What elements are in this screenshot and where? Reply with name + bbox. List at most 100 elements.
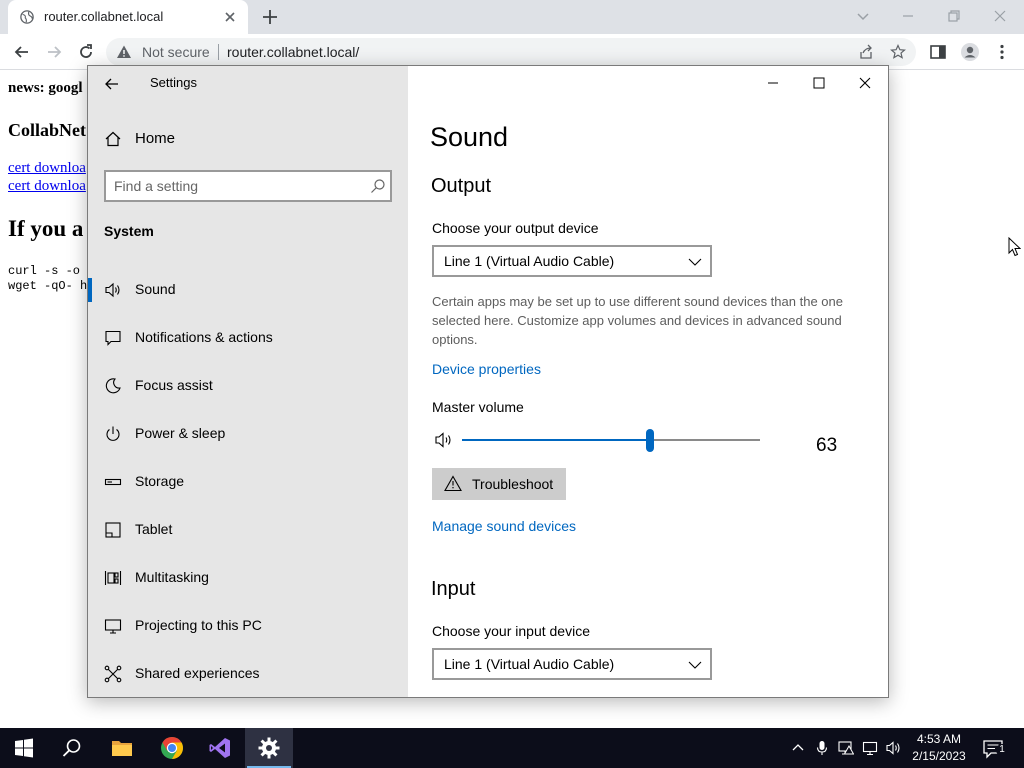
restore-icon[interactable] — [944, 6, 964, 26]
input-device-dropdown[interactable]: Line 1 (Virtual Audio Cable) — [432, 648, 712, 680]
device-properties-link[interactable]: Device properties — [432, 361, 541, 377]
close-icon[interactable] — [990, 6, 1010, 26]
sidebar-item-sound[interactable]: Sound — [88, 266, 408, 314]
star-icon[interactable] — [890, 44, 906, 60]
microphone-icon[interactable] — [814, 740, 830, 756]
windows-logo-icon — [15, 738, 33, 758]
selection-indicator — [88, 278, 92, 302]
sidebar-item-projecting[interactable]: Projecting to this PC — [88, 602, 408, 650]
maximize-icon[interactable] — [808, 72, 830, 94]
sidebar-item-label: Sound — [135, 281, 176, 297]
input-heading: Input — [431, 578, 476, 600]
button-label: Troubleshoot — [472, 476, 554, 492]
separator — [218, 44, 219, 60]
power-icon — [106, 426, 120, 441]
network-icon[interactable] — [862, 740, 878, 756]
home-icon — [105, 131, 121, 147]
search-input[interactable] — [114, 176, 354, 196]
gear-icon — [258, 737, 280, 759]
share-icon[interactable] — [858, 44, 874, 60]
sidebar-item-shared-experiences[interactable]: Shared experiences — [88, 650, 408, 697]
dropdown-value: Line 1 (Virtual Audio Cable) — [444, 253, 615, 269]
settings-window: Settings Home System Sound — [87, 65, 889, 698]
manage-sound-devices-link[interactable]: Manage sound devices — [432, 518, 576, 534]
back-arrow-icon[interactable] — [12, 42, 32, 62]
sidebar-item-label: Tablet — [135, 521, 173, 537]
reload-icon[interactable] — [76, 42, 96, 62]
minimize-icon[interactable] — [898, 6, 918, 26]
code-line: wget -qO- h — [8, 279, 88, 293]
back-arrow-icon[interactable] — [102, 74, 122, 94]
chrome-button[interactable] — [148, 728, 196, 768]
window-title: Settings — [150, 75, 197, 90]
search-icon[interactable] — [370, 178, 386, 194]
master-volume-slider[interactable] — [462, 429, 760, 453]
output-description: Certain apps may be set up to use differ… — [432, 294, 843, 347]
visual-studio-button[interactable] — [196, 728, 244, 768]
folder-icon — [112, 741, 132, 756]
more-menu-icon[interactable] — [992, 42, 1012, 62]
chevron-down-icon[interactable] — [855, 8, 871, 24]
network-warning-icon[interactable] — [838, 740, 854, 756]
sidebar-item-notifications[interactable]: Notifications & actions — [88, 314, 408, 362]
sidebar-item-power-sleep[interactable]: Power & sleep — [88, 410, 408, 458]
minimize-icon[interactable] — [762, 72, 784, 94]
brand-heading: CollabNet — [8, 120, 86, 140]
clock-date[interactable]: 2/15/2023 — [910, 749, 968, 763]
slider-fill — [462, 439, 650, 441]
new-tab-icon[interactable] — [261, 8, 279, 26]
sidebar-item-label: Multitasking — [135, 569, 209, 585]
troubleshoot-button[interactable]: Troubleshoot — [432, 468, 566, 500]
cert-download-link[interactable]: cert downloa — [8, 160, 86, 177]
settings-search-box[interactable] — [104, 170, 392, 202]
volume-icon[interactable] — [886, 740, 902, 756]
sidebar-item-label: Shared experiences — [135, 665, 260, 681]
clock-time[interactable]: 4:53 AM — [916, 732, 962, 746]
settings-sidebar: Settings Home System Sound — [88, 66, 408, 697]
url-text[interactable]: router.collabnet.local/ — [227, 44, 359, 60]
chevron-up-icon[interactable] — [790, 740, 806, 756]
master-volume-label: Master volume — [432, 399, 524, 415]
speaker-icon[interactable] — [435, 431, 455, 449]
cert-download-link[interactable]: cert downloa — [8, 178, 86, 195]
output-device-label: Choose your output device — [432, 220, 599, 236]
message-icon — [105, 330, 121, 346]
dropdown-value: Line 1 (Virtual Audio Cable) — [444, 656, 615, 672]
code-line: curl -s -o — [8, 264, 81, 278]
start-button[interactable] — [0, 728, 48, 768]
forward-arrow-icon[interactable] — [44, 42, 64, 62]
close-icon[interactable] — [854, 72, 876, 94]
warning-icon[interactable] — [116, 44, 132, 60]
chevron-down-icon — [688, 258, 702, 266]
search-button[interactable] — [48, 728, 96, 768]
sidebar-item-label: Power & sleep — [135, 425, 226, 441]
sidebar-item-multitasking[interactable]: Multitasking — [88, 554, 408, 602]
output-heading: Output — [431, 175, 492, 197]
output-device-dropdown[interactable]: Line 1 (Virtual Audio Cable) — [432, 245, 712, 277]
sidebar-item-label: Storage — [135, 473, 185, 489]
speaker-icon — [105, 282, 120, 298]
tablet-icon — [105, 522, 121, 538]
sidebar-item-tablet[interactable]: Tablet — [88, 506, 408, 554]
mouse-cursor-icon — [1008, 237, 1021, 257]
visual-studio-icon — [209, 738, 230, 758]
sidebar-item-focus-assist[interactable]: Focus assist — [88, 362, 408, 410]
sidebar-item-label: Focus assist — [135, 377, 213, 393]
browser-tab[interactable]: router.collabnet.local — [8, 0, 248, 34]
slider-thumb[interactable] — [646, 429, 654, 452]
chrome-icon — [161, 737, 183, 759]
close-tab-icon[interactable] — [222, 9, 238, 25]
sidebar-item-label: Home — [135, 130, 176, 147]
side-panel-icon[interactable] — [928, 42, 948, 62]
category-heading: System — [104, 223, 154, 239]
search-icon — [62, 739, 81, 757]
sidebar-item-home[interactable]: Home — [88, 122, 408, 156]
profile-icon[interactable] — [960, 42, 980, 62]
address-bar[interactable]: Not secure router.collabnet.local/ — [106, 38, 916, 66]
file-explorer-button[interactable] — [98, 728, 146, 768]
moon-icon — [105, 378, 121, 394]
sidebar-item-storage[interactable]: Storage — [88, 458, 408, 506]
projector-icon — [104, 619, 122, 634]
settings-app-button[interactable] — [245, 728, 293, 768]
security-status[interactable]: Not secure — [142, 44, 210, 60]
